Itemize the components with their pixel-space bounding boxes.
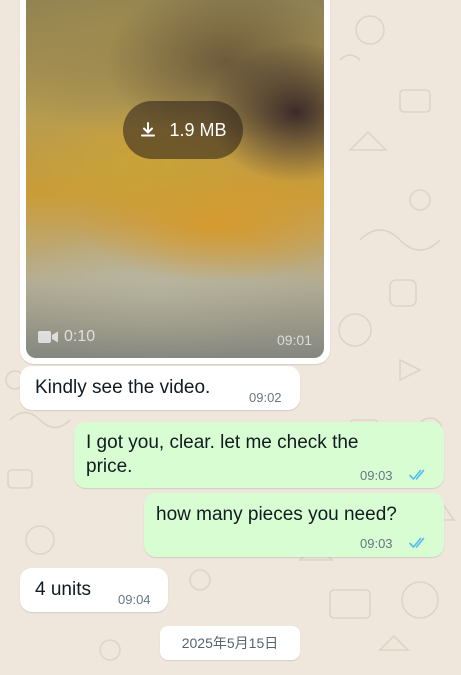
read-receipt-icon xyxy=(409,469,425,480)
video-duration-label: 0:10 xyxy=(64,328,96,345)
download-video-button[interactable]: 1.9 MB xyxy=(123,101,243,159)
video-duration: 0:10 xyxy=(38,328,95,346)
message-time: 09:03 xyxy=(360,536,393,551)
message-text: Kindly see the video. xyxy=(35,377,211,398)
download-size-label: 1.9 MB xyxy=(169,119,227,140)
message-time: 09:03 xyxy=(360,468,393,483)
video-message-bubble[interactable]: 1.9 MB 0:10 09:01 xyxy=(20,0,330,364)
date-separator-label: 2025年5月15日 xyxy=(181,635,279,651)
video-thumbnail[interactable]: 1.9 MB 0:10 09:01 xyxy=(26,0,324,358)
message-text: how many pieces you need? xyxy=(156,504,397,525)
message-text: I got you, clear. let me check the price… xyxy=(86,432,359,477)
message-time: 09:04 xyxy=(118,592,151,607)
video-camera-icon xyxy=(38,331,58,343)
message-time: 09:02 xyxy=(249,390,282,405)
video-message-time: 09:01 xyxy=(276,332,312,348)
message-bubble-incoming[interactable]: Kindly see the video. 09:02 xyxy=(20,366,300,410)
message-bubble-outgoing[interactable]: how many pieces you need? 09:03 xyxy=(144,493,444,557)
download-icon xyxy=(141,122,156,137)
date-separator: 2025年5月15日 xyxy=(160,626,300,660)
message-bubble-incoming[interactable]: 4 units 09:04 xyxy=(20,568,168,612)
message-bubble-outgoing[interactable]: I got you, clear. let me check the price… xyxy=(74,422,444,488)
message-text: 4 units xyxy=(35,579,91,600)
read-receipt-icon xyxy=(409,537,425,548)
